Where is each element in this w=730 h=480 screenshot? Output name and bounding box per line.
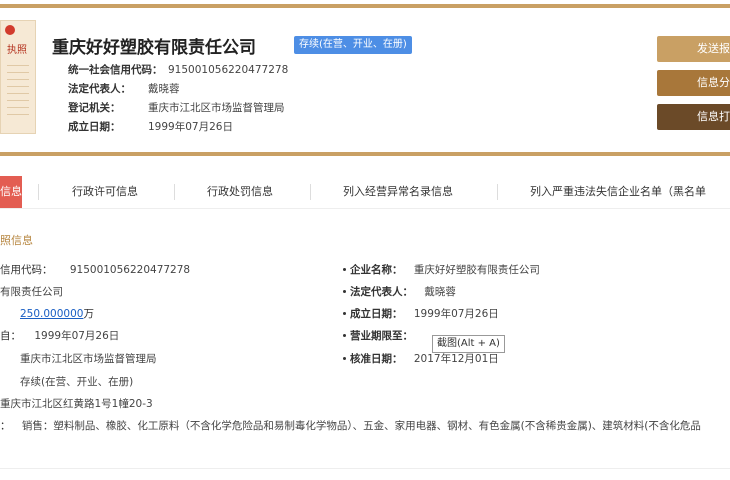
bullet-dot <box>343 357 346 360</box>
field-approved: 核准日期： 2017年12月01日 <box>350 351 499 366</box>
info-value: 915001056220477278 <box>168 64 289 76</box>
info-row-established: 成立日期： 1999年07月26日 <box>68 119 233 134</box>
info-label: 成立日期： <box>68 121 121 133</box>
field-value: 915001056220477278 <box>69 264 191 276</box>
tab-divider <box>174 184 175 200</box>
field-type: 有限责任公司 <box>0 284 63 299</box>
section-title: 照信息 <box>0 234 33 247</box>
field-credit-code: 信用代码： 915001056220477278 <box>0 262 190 277</box>
field-label: ： <box>0 420 11 432</box>
field-address: 重庆市江北区红黄路1号1幢20-3 <box>0 396 153 411</box>
info-value: 1999年07月26日 <box>148 121 233 133</box>
field-value: 1999年07月26日 <box>413 308 499 320</box>
capital-link[interactable]: 250.000000 <box>20 308 83 320</box>
field-value: 2017年12月01日 <box>413 353 499 365</box>
info-value: 重庆市江北区市场监督管理局 <box>148 102 285 114</box>
field-term: 营业期限至： <box>350 328 413 343</box>
field-value: 存续(在营、开业、在册) <box>20 376 134 388</box>
field-value: 戴晓蓉 <box>424 286 456 298</box>
bullet-dot <box>343 268 346 271</box>
info-value: 戴晓蓉 <box>148 83 180 95</box>
tab-basic-info[interactable]: 信息 <box>0 176 22 208</box>
field-label: 信用代码： <box>0 264 53 276</box>
tab-divider <box>497 184 498 200</box>
seal-icon <box>5 25 15 35</box>
bullet-dot <box>343 290 346 293</box>
info-label: 统一社会信用代码： <box>68 64 163 76</box>
field-established: 成立日期： 1999年07月26日 <box>350 306 499 321</box>
field-capital: 250.000000万 <box>20 306 94 321</box>
field-scope: ： 销售：塑料制品、橡胶、化工原料（不含化学危险品和易制毒化学物品）、五金、家用… <box>0 418 701 433</box>
tab-admin-license[interactable]: 行政许可信息 <box>72 176 138 208</box>
company-name: 重庆好好塑胶有限责任公司 <box>52 38 256 58</box>
license-text-lines <box>7 65 29 115</box>
bottom-divider <box>0 468 730 469</box>
field-status: 存续(在营、开业、在册) <box>20 374 133 389</box>
tab-abnormal-operation[interactable]: 列入经营异常名录信息 <box>343 176 453 208</box>
status-badge: 存续(在营、开业、在册) <box>294 36 412 54</box>
header-top-border <box>0 4 730 8</box>
bullet-dot <box>343 334 346 337</box>
license-label: 执照 <box>7 45 27 56</box>
field-from: 自： 1999年07月26日 <box>0 328 119 343</box>
info-label: 法定代表人： <box>68 83 131 95</box>
tab-bar: 信息 行政许可信息 行政处罚信息 列入经营异常名录信息 列入严重违法失信企业名单… <box>0 176 730 209</box>
field-company-name: 企业名称： 重庆好好塑胶有限责任公司 <box>350 262 540 277</box>
field-label: 企业名称： <box>350 264 403 276</box>
field-legal-rep: 法定代表人： 戴晓蓉 <box>350 284 456 299</box>
field-label: 法定代表人： <box>350 286 413 298</box>
field-label: 营业期限至： <box>350 330 413 342</box>
info-row-credit-code: 统一社会信用代码： 915001056220477278 <box>68 62 288 77</box>
info-row-authority: 登记机关： 重庆市江北区市场监督管理局 <box>68 100 285 115</box>
field-value: 重庆市江北区红黄路1号1幢20-3 <box>0 398 153 410</box>
field-value: 重庆市江北区市场监督管理局 <box>20 353 157 365</box>
header-bottom-border <box>0 152 730 156</box>
field-value: 有限责任公司 <box>0 286 63 298</box>
info-label: 登记机关： <box>68 102 121 114</box>
info-row-legal-rep: 法定代表人： 戴晓蓉 <box>68 81 180 96</box>
field-value: 销售：塑料制品、橡胶、化工原料（不含化学危险品和易制毒化学物品）、五金、家用电器… <box>21 420 701 432</box>
print-info-button[interactable]: 信息打 <box>657 104 730 130</box>
field-label: 自： <box>0 330 21 342</box>
field-label: 核准日期： <box>350 353 403 365</box>
bullet-dot <box>343 312 346 315</box>
tab-divider <box>38 184 39 200</box>
send-report-button[interactable]: 发送报 <box>657 36 730 62</box>
capital-unit: 万 <box>83 308 94 320</box>
business-license-thumbnail[interactable]: 执照 <box>0 20 36 134</box>
tab-divider <box>310 184 311 200</box>
field-label: 成立日期： <box>350 308 403 320</box>
field-value: 重庆好好塑胶有限责任公司 <box>413 264 540 276</box>
tab-blacklist[interactable]: 列入严重违法失信企业名单（黑名单 <box>530 176 706 208</box>
field-authority: 重庆市江北区市场监督管理局 <box>20 351 157 366</box>
share-info-button[interactable]: 信息分 <box>657 70 730 96</box>
screenshot-tooltip: 截图(Alt + A) <box>432 335 505 353</box>
tab-admin-penalty[interactable]: 行政处罚信息 <box>207 176 273 208</box>
field-value: 1999年07月26日 <box>34 330 120 342</box>
